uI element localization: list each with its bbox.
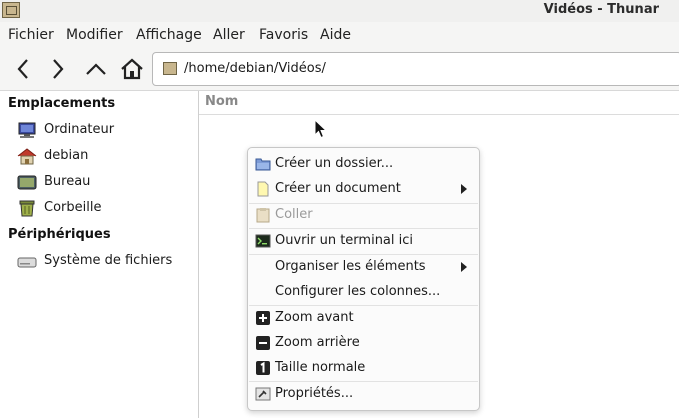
home-button[interactable]	[119, 56, 145, 82]
location-bar[interactable]: /home/debian/Vidéos/	[152, 52, 679, 86]
sidebar-section-places: Emplacements	[8, 96, 116, 111]
back-arrow-icon	[17, 59, 28, 79]
menu-item-zoom-in[interactable]: Zoom avant	[248, 307, 479, 329]
context-menu: Créer un dossier... Créer un document Co…	[247, 147, 480, 411]
menu-item-properties[interactable]: Propriétés...	[248, 383, 479, 405]
sidebar-item-label: Corbeille	[44, 200, 102, 215]
menu-item-label: Propriétés...	[275, 386, 354, 401]
title-bar: Vidéos - Thunar	[0, 0, 679, 23]
menu-item-label: Taille normale	[275, 360, 366, 375]
menu-item-label: Organiser les éléments	[275, 259, 426, 274]
column-header-label: Nom	[205, 94, 239, 109]
menu-item-label: Créer un document	[275, 181, 401, 196]
forward-arrow-icon	[53, 59, 64, 79]
menu-item-paste: Coller	[248, 204, 479, 226]
back-button[interactable]	[10, 56, 36, 82]
menu-item-label: Zoom arrière	[275, 335, 360, 350]
paste-icon	[256, 208, 270, 223]
submenu-arrow-icon	[461, 184, 467, 194]
zoom-out-icon	[256, 336, 270, 350]
menu-separator	[249, 228, 478, 229]
menu-aller[interactable]: Aller	[213, 27, 245, 43]
menu-item-normal-size[interactable]: Taille normale	[248, 357, 479, 379]
menu-item-configure-columns[interactable]: Configurer les colonnes...	[248, 281, 479, 303]
trash-icon	[19, 200, 35, 217]
menu-modifier[interactable]: Modifier	[66, 27, 123, 43]
menu-fichier[interactable]: Fichier	[8, 27, 54, 43]
sidebar-item-corbeille[interactable]: Corbeille	[17, 199, 197, 219]
menu-item-open-terminal[interactable]: Ouvrir un terminal ici	[248, 230, 479, 252]
sidebar-item-label: Ordinateur	[44, 122, 115, 137]
up-arrow-icon	[86, 63, 106, 75]
sidebar-item-debian[interactable]: debian	[17, 147, 197, 167]
sidebar-item-label: Système de fichiers	[44, 253, 173, 268]
zoom-in-icon	[256, 311, 270, 325]
desktop-icon	[17, 175, 37, 190]
new-folder-icon	[255, 158, 271, 171]
sidebar: Emplacements Ordinateur debian Bureau Co…	[0, 91, 199, 418]
menu-item-create-document[interactable]: Créer un document	[248, 178, 479, 200]
sidebar-section-devices: Périphériques	[8, 227, 111, 242]
menu-item-label: Coller	[275, 207, 313, 222]
properties-icon	[255, 387, 271, 401]
menu-affichage[interactable]: Affichage	[136, 27, 202, 43]
menu-separator	[249, 305, 478, 306]
menu-item-zoom-out[interactable]: Zoom arrière	[248, 332, 479, 354]
zoom-reset-icon	[256, 361, 270, 375]
menu-separator	[249, 381, 478, 382]
home-icon	[121, 58, 143, 80]
computer-icon	[18, 122, 36, 138]
menu-item-label: Configurer les colonnes...	[275, 284, 441, 299]
menu-bar: Fichier Modifier Affichage Aller Favoris…	[0, 22, 679, 48]
thunar-app-icon	[2, 2, 20, 18]
home-folder-icon	[17, 148, 37, 165]
drive-icon	[17, 257, 37, 268]
new-document-icon	[257, 181, 269, 197]
menu-aide[interactable]: Aide	[320, 27, 351, 43]
menu-item-arrange-items[interactable]: Organiser les éléments	[248, 256, 479, 278]
column-header-name[interactable]: Nom	[199, 91, 679, 115]
menu-separator	[249, 254, 478, 255]
menu-favoris[interactable]: Favoris	[259, 27, 308, 43]
parent-folder-button[interactable]	[83, 56, 109, 82]
terminal-icon	[255, 234, 271, 248]
window-title: Vidéos - Thunar	[543, 2, 659, 17]
mouse-pointer-icon	[314, 119, 328, 139]
menu-item-label: Zoom avant	[275, 310, 354, 325]
sidebar-item-systeme-de-fichiers[interactable]: Système de fichiers	[17, 252, 197, 272]
submenu-arrow-icon	[461, 262, 467, 272]
sidebar-item-bureau[interactable]: Bureau	[17, 173, 197, 193]
forward-button[interactable]	[45, 56, 71, 82]
sidebar-item-label: debian	[44, 148, 89, 163]
menu-item-label: Ouvrir un terminal ici	[275, 233, 414, 248]
sidebar-item-label: Bureau	[44, 174, 91, 189]
folder-icon	[163, 62, 177, 75]
menu-item-label: Créer un dossier...	[275, 156, 394, 171]
sidebar-item-ordinateur[interactable]: Ordinateur	[17, 121, 197, 141]
menu-item-create-folder[interactable]: Créer un dossier...	[248, 153, 479, 175]
location-path[interactable]: /home/debian/Vidéos/	[184, 61, 326, 76]
